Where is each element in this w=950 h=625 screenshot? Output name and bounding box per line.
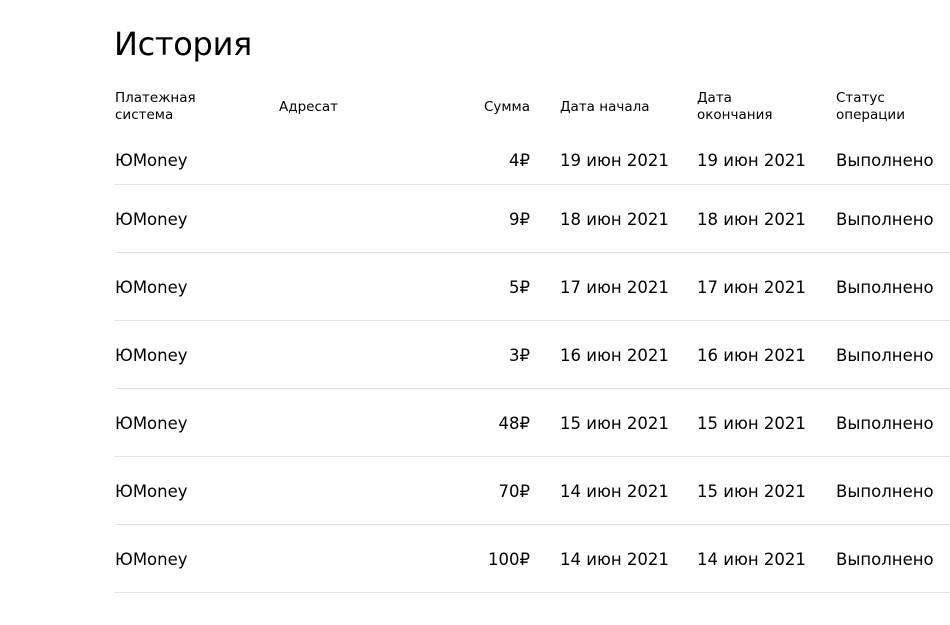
cell-system: ЮMoney — [115, 150, 188, 170]
cell-amount: 70₽ — [498, 482, 531, 501]
cell-end-date: 19 июн 2021 — [697, 150, 806, 170]
cell-recipient — [279, 253, 449, 322]
cell-end-date: 17 июн 2021 — [697, 278, 806, 297]
header-start-date: Дата начала — [560, 98, 650, 115]
cell-status: Выполнено — [836, 278, 934, 297]
cell-recipient — [279, 457, 449, 526]
cell-start-date: 16 июн 2021 — [560, 346, 669, 365]
cell-recipient — [279, 185, 449, 254]
cell-amount: 4₽ — [509, 150, 530, 170]
cell-end-date: 16 июн 2021 — [697, 346, 806, 365]
cell-system: ЮMoney — [115, 278, 188, 297]
cell-recipient — [279, 389, 449, 458]
cell-amount: 48₽ — [498, 414, 531, 433]
cell-status: Выполнено — [836, 550, 934, 569]
table-row[interactable]: ЮMoney 5₽ 17 июн 2021 17 июн 2021 Выполнено — [115, 253, 950, 321]
page-title: История — [114, 25, 253, 63]
cell-system: ЮMoney — [115, 346, 188, 365]
cell-end-date: 18 июн 2021 — [697, 210, 806, 229]
cell-status: Выполнено — [836, 346, 934, 365]
table-row[interactable]: ЮMoney 4₽ 19 июн 2021 19 июн 2021 Выполнено — [115, 135, 950, 185]
cell-recipient — [279, 321, 449, 390]
cell-start-date: 19 июн 2021 — [560, 150, 669, 170]
cell-end-date: 14 июн 2021 — [697, 550, 806, 569]
cell-start-date: 14 июн 2021 — [560, 482, 669, 501]
cell-amount: 5₽ — [509, 278, 530, 297]
cell-system: ЮMoney — [115, 482, 188, 501]
cell-end-date: 15 июн 2021 — [697, 414, 806, 433]
cell-amount: 9₽ — [509, 210, 530, 229]
table-row[interactable]: ЮMoney 100₽ 14 июн 2021 14 июн 2021 Выполнен… — [115, 525, 950, 593]
table-row[interactable]: ЮMoney 48₽ 15 июн 2021 15 июн 2021 Выполнено — [115, 389, 950, 457]
table-header: Платежная система Адресат Сумма Дата нач… — [115, 89, 950, 135]
table-body: ЮMoney 4₽ 19 июн 2021 19 июн 2021 Выполнено Ю… — [115, 135, 950, 593]
header-recipient: Адресат — [279, 98, 339, 115]
cell-status: Выполнено — [836, 150, 934, 170]
cell-start-date: 18 июн 2021 — [560, 210, 669, 229]
cell-amount: 3₽ — [509, 346, 530, 365]
cell-start-date: 15 июн 2021 — [560, 414, 669, 433]
cell-status: Выполнено — [836, 414, 934, 433]
cell-amount: 100₽ — [488, 550, 530, 569]
cell-start-date: 14 июн 2021 — [560, 550, 669, 569]
cell-status: Выполнено — [836, 210, 934, 229]
history-page: История Платежная система Адресат Сумма … — [0, 0, 950, 625]
table-row[interactable]: ЮMoney 3₽ 16 июн 2021 16 июн 2021 Выполнено — [115, 321, 950, 389]
table-row[interactable]: ЮMoney 9₽ 18 июн 2021 18 июн 2021 Выполнено — [115, 185, 950, 253]
cell-recipient — [279, 135, 449, 185]
cell-recipient — [279, 525, 449, 594]
cell-status: Выполнено — [836, 482, 934, 501]
header-end-date: Дата окончания — [697, 90, 773, 123]
header-status: Статус операции — [836, 90, 905, 123]
table-row[interactable]: ЮMoney 70₽ 14 июн 2021 15 июн 2021 Выполнено — [115, 457, 950, 525]
cell-system: ЮMoney — [115, 550, 188, 569]
cell-end-date: 15 июн 2021 — [697, 482, 806, 501]
cell-system: ЮMoney — [115, 414, 188, 433]
cell-system: ЮMoney — [115, 210, 188, 229]
history-table: Платежная система Адресат Сумма Дата нач… — [115, 89, 950, 593]
header-amount: Сумма — [483, 98, 530, 115]
cell-start-date: 17 июн 2021 — [560, 278, 669, 297]
header-system: Платежная система — [115, 90, 196, 123]
